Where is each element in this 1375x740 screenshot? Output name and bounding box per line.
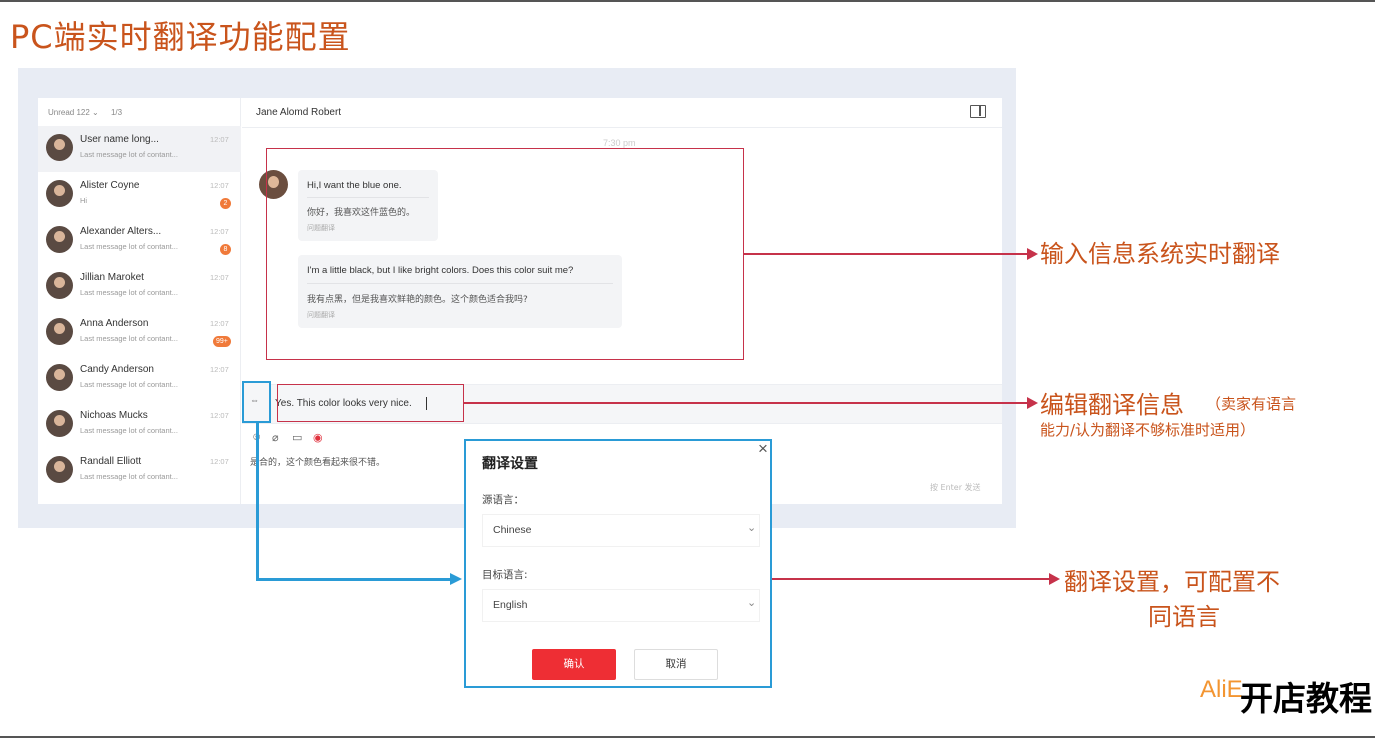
auto-translate-highlight xyxy=(266,148,744,360)
contact-last-message: Last message lot of contant... xyxy=(80,150,178,159)
watermark-text: 开店教程 xyxy=(1240,679,1372,718)
avatar xyxy=(46,364,73,391)
enter-to-send-hint: 按 Enter 发送 xyxy=(930,483,981,492)
contact-time: 12:07 xyxy=(210,365,229,374)
source-language-label: 源语言： xyxy=(482,494,524,506)
target-language-value: English xyxy=(493,599,528,611)
top-rule xyxy=(0,0,1375,2)
contact-last-message: Last message lot of contant... xyxy=(80,472,178,481)
annotation-edit-note: （卖家有语言 xyxy=(1206,395,1297,413)
annotation-settings: 同语言 xyxy=(1148,603,1220,631)
contact-name: Alister Coyne xyxy=(80,180,140,191)
annotation-arrow xyxy=(1027,397,1038,409)
contact-time: 12:07 xyxy=(210,457,229,466)
translate-icon: ⇔ xyxy=(250,395,259,405)
contact-name: Nichoas Mucks xyxy=(80,410,148,421)
unread-filter[interactable]: Unread 122 ⌄ xyxy=(48,108,99,117)
source-language-select[interactable]: Chinese ⌄ xyxy=(482,514,760,547)
contact-name: Randall Elliott xyxy=(80,456,142,467)
contact-time: 12:07 xyxy=(210,273,229,282)
slide-title: PC端实时翻译功能配置 xyxy=(10,18,351,56)
avatar xyxy=(46,318,73,345)
contact-name: User name long... xyxy=(80,134,159,145)
contact-last-message: Last message lot of contant... xyxy=(80,288,178,297)
contact-item[interactable]: Randall Elliott Last message lot of cont… xyxy=(38,448,241,494)
contact-item[interactable]: Jillian Maroket Last message lot of cont… xyxy=(38,264,241,310)
record-icon[interactable]: ◉ xyxy=(313,431,323,444)
chat-contact-name: Jane Alomd Robert xyxy=(256,107,342,118)
side-panel-icon[interactable] xyxy=(970,105,986,118)
contact-last-message: Last message lot of contant... xyxy=(80,380,178,389)
connector-line xyxy=(256,422,259,580)
annotation-edit-note: 能力/认为翻译不够标准时适用） xyxy=(1040,421,1256,439)
avatar xyxy=(46,134,73,161)
annotation-auto-translate: 输入信息系统实时翻译 xyxy=(1040,240,1280,268)
unread-badge: 2 xyxy=(220,198,231,209)
target-language-label: 目标语言: xyxy=(482,569,528,581)
contact-time: 12:07 xyxy=(210,227,229,236)
contact-name: Candy Anderson xyxy=(80,364,154,375)
contact-last-message: Last message lot of contant... xyxy=(80,426,178,435)
target-language-select[interactable]: English ⌄ xyxy=(482,589,760,622)
contact-item[interactable]: User name long... Last message lot of co… xyxy=(38,126,241,172)
annotation-line xyxy=(464,402,1028,404)
edit-translation-highlight xyxy=(277,384,464,422)
comment-icon[interactable]: ▭ xyxy=(292,431,302,444)
contact-item[interactable]: Nichoas Mucks Last message lot of contan… xyxy=(38,402,241,448)
contact-item[interactable]: Alexander Alters... Last message lot of … xyxy=(38,218,241,264)
contact-name: Anna Anderson xyxy=(80,318,149,329)
contact-last-message: Hi xyxy=(80,196,88,205)
avatar xyxy=(46,410,73,437)
contact-name: Alexander Alters... xyxy=(80,226,162,237)
annotation-line xyxy=(744,253,1028,255)
chat-timestamp: 7:30 pm xyxy=(603,138,636,148)
annotation-line xyxy=(772,578,1050,580)
unread-badge: 8 xyxy=(220,244,231,255)
avatar xyxy=(46,226,73,253)
sidebar-header: Unread 122 ⌄ 1/3 xyxy=(48,108,132,117)
dialog-title: 翻译设置 xyxy=(482,456,538,472)
page-count: 1/3 xyxy=(110,108,123,117)
bottom-rule xyxy=(0,736,1375,738)
contact-time: 12:07 xyxy=(210,411,229,420)
connector-arrow xyxy=(450,573,462,585)
close-icon[interactable]: × xyxy=(758,439,768,459)
contact-time: 12:07 xyxy=(210,181,229,190)
contact-time: 12:07 xyxy=(210,319,229,328)
attachment-icon[interactable]: ⌀ xyxy=(272,431,279,444)
chat-header: Jane Alomd Robert xyxy=(242,98,1002,128)
conversation-sidebar: Unread 122 ⌄ 1/3 User name long... Last … xyxy=(38,98,241,504)
translation-preview: 是合的，这个颜色看起来很不错。 xyxy=(250,458,386,468)
source-language-value: Chinese xyxy=(493,524,532,536)
avatar xyxy=(46,272,73,299)
contact-item[interactable]: Alister Coyne Hi 12:07 2 xyxy=(38,172,241,218)
avatar xyxy=(46,180,73,207)
annotation-edit-translation: 编辑翻译信息 xyxy=(1040,391,1184,419)
contact-item[interactable]: Candy Anderson Last message lot of conta… xyxy=(38,356,241,402)
annotation-arrow xyxy=(1027,248,1038,260)
contact-item[interactable]: Anna Anderson Last message lot of contan… xyxy=(38,310,241,356)
translation-settings-dialog: 翻译设置 × 源语言： Chinese ⌄ 目标语言: English ⌄ 确认… xyxy=(464,439,772,688)
contact-name: Jillian Maroket xyxy=(80,272,144,283)
aliexpress-logo: AliE xyxy=(1200,676,1243,703)
chevron-down-icon: ⌄ xyxy=(747,522,757,534)
chevron-down-icon: ⌄ xyxy=(747,597,757,609)
connector-line xyxy=(256,578,452,581)
contact-time: 12:07 xyxy=(210,135,229,144)
annotation-settings: 翻译设置，可配置不 xyxy=(1064,568,1280,596)
cancel-button[interactable]: 取消 xyxy=(634,649,718,680)
contact-last-message: Last message lot of contant... xyxy=(80,334,178,343)
confirm-button[interactable]: 确认 xyxy=(532,649,616,680)
translate-toggle-button[interactable]: ⇔ xyxy=(242,381,271,423)
annotation-arrow xyxy=(1049,573,1060,585)
unread-badge: 99+ xyxy=(213,336,231,347)
avatar xyxy=(46,456,73,483)
contact-last-message: Last message lot of contant... xyxy=(80,242,178,251)
